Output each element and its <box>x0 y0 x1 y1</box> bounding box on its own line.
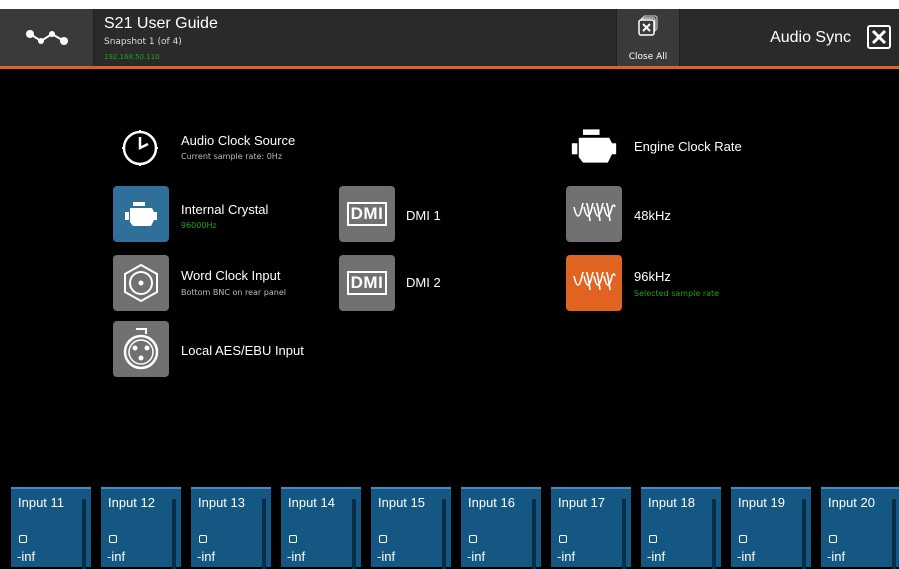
close-all-icon <box>638 15 658 36</box>
rate-96khz-button[interactable] <box>566 255 622 311</box>
channel-icon <box>379 535 387 543</box>
current-sample-rate: Current sample rate: 0Hz <box>181 152 283 161</box>
clock-icon <box>120 128 160 172</box>
dmi-2-badge: DMI <box>346 271 388 295</box>
close-all-label: Close All <box>628 52 668 62</box>
input-strip[interactable]: Input 18 -inf <box>641 487 721 569</box>
rate-48khz-label: 48kHz <box>634 208 671 223</box>
header-bar: S21 User Guide Snapshot 1 (of 4) 192.168… <box>0 9 899 69</box>
close-panel-button[interactable] <box>867 25 891 49</box>
input-strip[interactable]: Input 17 -inf <box>551 487 631 569</box>
local-aes-ebu-label: Local AES/EBU Input <box>181 343 304 358</box>
audio-sync-panel-header: Audio Sync <box>680 9 899 66</box>
input-strip-name: Input 20 <box>828 495 875 510</box>
input-strip[interactable]: Input 20 -inf <box>821 487 899 569</box>
input-strip-level: -inf <box>287 549 306 564</box>
level-meter <box>712 499 716 569</box>
engine-clock-icon <box>570 128 618 168</box>
internal-crystal-rate: 96000Hz <box>181 221 217 230</box>
input-strip-level: -inf <box>107 549 126 564</box>
channel-icon <box>109 535 117 543</box>
level-meter <box>892 499 896 569</box>
level-meter <box>442 499 446 569</box>
input-strip[interactable]: Input 12 -inf <box>101 487 181 569</box>
waveform-icon <box>573 203 616 222</box>
bnc-connector-icon <box>124 263 158 303</box>
page-title: S21 User Guide <box>104 15 218 32</box>
level-meter <box>262 499 266 569</box>
level-meter <box>172 499 176 569</box>
internal-crystal-label: Internal Crystal <box>181 202 269 217</box>
app-logo-button[interactable] <box>0 9 93 66</box>
level-meter <box>802 499 806 569</box>
channel-icon <box>289 535 297 543</box>
input-strip-level: -inf <box>557 549 576 564</box>
dmi-2-button[interactable]: DMI <box>339 255 395 311</box>
channel-icon <box>649 535 657 543</box>
input-strip-bar: Input 11 -inf Input 12 -inf Input 13 -inf Inpu… <box>0 487 899 569</box>
channel-icon <box>199 535 207 543</box>
channel-icon <box>19 535 27 543</box>
dmi-1-badge: DMI <box>346 202 388 226</box>
dmi-1-button[interactable]: DMI <box>339 186 395 242</box>
level-meter <box>532 499 536 569</box>
channel-icon <box>559 535 567 543</box>
input-strip-name: Input 18 <box>648 495 695 510</box>
input-strip-level: -inf <box>17 549 36 564</box>
word-clock-sub: Bottom BNC on rear panel <box>181 288 286 297</box>
xlr-connector-icon <box>123 328 159 370</box>
selected-rate-note: Selected sample rate <box>634 289 720 298</box>
local-aes-ebu-button[interactable] <box>113 321 169 377</box>
network-logo-icon <box>25 29 68 45</box>
level-meter <box>622 499 626 569</box>
clock-source-title: Audio Clock Source <box>181 133 296 148</box>
snapshot-label: Snapshot 1 (of 4) <box>104 37 182 47</box>
input-strip[interactable]: Input 13 -inf <box>191 487 271 569</box>
engine-clock-title: Engine Clock Rate <box>634 139 742 154</box>
input-strip-name: Input 14 <box>288 495 335 510</box>
audio-sync-title: Audio Sync <box>770 29 851 46</box>
input-strip-name: Input 17 <box>558 495 605 510</box>
input-strip[interactable]: Input 19 -inf <box>731 487 811 569</box>
level-meter <box>82 499 86 569</box>
input-strip-name: Input 16 <box>468 495 515 510</box>
input-strip-level: -inf <box>377 549 396 564</box>
input-strip-level: -inf <box>647 549 666 564</box>
channel-icon <box>469 535 477 543</box>
input-strip-level: -inf <box>197 549 216 564</box>
input-strip-name: Input 12 <box>108 495 155 510</box>
input-strip[interactable]: Input 16 -inf <box>461 487 541 569</box>
input-strip-name: Input 11 <box>18 495 65 510</box>
level-meter <box>352 499 356 569</box>
close-all-button[interactable]: Close All <box>617 9 679 66</box>
rate-96khz-label: 96kHz <box>634 269 671 284</box>
internal-crystal-button[interactable] <box>113 186 169 242</box>
input-strip[interactable]: Input 15 -inf <box>371 487 451 569</box>
title-area: S21 User Guide Snapshot 1 (of 4) 192.168… <box>94 9 616 66</box>
channel-icon <box>829 535 837 543</box>
input-strip-name: Input 15 <box>378 495 425 510</box>
close-icon <box>871 29 887 45</box>
ip-address: 192.168.50.110 <box>104 53 160 61</box>
channel-icon <box>739 535 747 543</box>
input-strip[interactable]: Input 14 -inf <box>281 487 361 569</box>
dmi-2-label: DMI 2 <box>406 275 441 290</box>
input-strip-name: Input 13 <box>198 495 245 510</box>
word-clock-input-button[interactable] <box>113 255 169 311</box>
word-clock-label: Word Clock Input <box>181 268 281 283</box>
input-strip[interactable]: Input 11 -inf <box>11 487 91 569</box>
input-strip-level: -inf <box>827 549 846 564</box>
waveform-icon <box>573 272 616 291</box>
input-strip-name: Input 19 <box>738 495 785 510</box>
dmi-1-label: DMI 1 <box>406 208 441 223</box>
top-band <box>0 0 899 9</box>
rate-48khz-button[interactable] <box>566 186 622 242</box>
engine-icon <box>125 202 157 226</box>
input-strip-level: -inf <box>737 549 756 564</box>
input-strip-level: -inf <box>467 549 486 564</box>
